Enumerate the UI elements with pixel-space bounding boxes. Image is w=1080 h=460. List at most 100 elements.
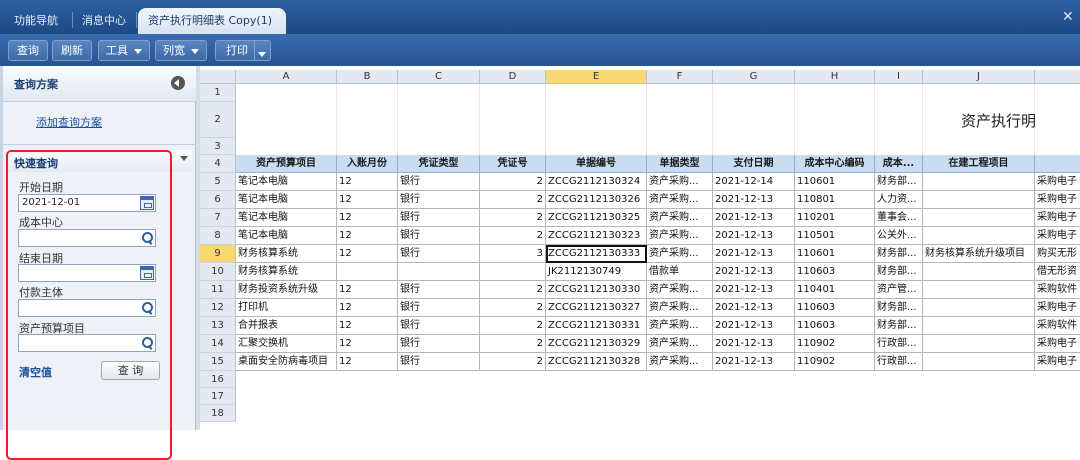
table-cell[interactable]: 笔记本电脑: [236, 173, 337, 191]
table-cell[interactable]: 采购电子: [1035, 227, 1080, 245]
table-cell[interactable]: 银行: [398, 209, 480, 227]
tools-button[interactable]: 工具: [98, 40, 150, 61]
table-cell[interactable]: 2021-12-13: [713, 209, 795, 227]
collapse-left-icon[interactable]: [171, 76, 185, 90]
row-header[interactable]: 17: [200, 388, 236, 405]
table-cell[interactable]: 资产管...: [875, 281, 923, 299]
table-cell[interactable]: [923, 281, 1035, 299]
table-cell[interactable]: 财务核算系统升级项目: [923, 245, 1035, 263]
table-cell[interactable]: 2021-12-13: [713, 281, 795, 299]
table-cell[interactable]: 采购电子: [1035, 209, 1080, 227]
table-cell[interactable]: 资产采购...: [647, 173, 713, 191]
column-header[interactable]: B: [337, 70, 398, 84]
row-header[interactable]: 11: [200, 281, 236, 299]
table-cell[interactable]: 110601: [795, 245, 875, 263]
table-cell[interactable]: 财务部...: [875, 317, 923, 335]
table-cell[interactable]: 2021-12-13: [713, 299, 795, 317]
row-header[interactable]: 2: [200, 102, 236, 138]
table-cell[interactable]: [398, 263, 480, 281]
table-cell[interactable]: 2021-12-13: [713, 317, 795, 335]
table-cell[interactable]: 笔记本电脑: [236, 209, 337, 227]
table-cell[interactable]: 12: [337, 335, 398, 353]
table-cell[interactable]: 银行: [398, 299, 480, 317]
table-cell[interactable]: 资产采购...: [647, 245, 713, 263]
table-cell[interactable]: 2021-12-13: [713, 263, 795, 281]
row-header[interactable]: 13: [200, 317, 236, 335]
table-cell[interactable]: ZCCG2112130325: [546, 209, 647, 227]
table-cell[interactable]: 银行: [398, 173, 480, 191]
table-cell[interactable]: 汇聚交换机: [236, 335, 337, 353]
row-header[interactable]: 8: [200, 227, 236, 245]
table-cell[interactable]: 采购电子: [1035, 353, 1080, 371]
table-cell[interactable]: 110603: [795, 317, 875, 335]
row-header[interactable]: 7: [200, 209, 236, 227]
column-width-button[interactable]: 列宽: [155, 40, 207, 61]
table-cell[interactable]: ZCCG2112130326: [546, 191, 647, 209]
column-header[interactable]: E: [546, 70, 647, 84]
table-cell[interactable]: 财务部...: [875, 173, 923, 191]
table-cell[interactable]: 2: [480, 281, 546, 299]
table-cell[interactable]: 银行: [398, 317, 480, 335]
table-cell[interactable]: 110603: [795, 263, 875, 281]
table-cell[interactable]: 采购电子: [1035, 335, 1080, 353]
table-cell[interactable]: [923, 209, 1035, 227]
table-cell[interactable]: [923, 335, 1035, 353]
table-cell[interactable]: [923, 317, 1035, 335]
table-cell[interactable]: 借款单: [647, 263, 713, 281]
table-cell[interactable]: [923, 299, 1035, 317]
table-cell[interactable]: ZCCG2112130331: [546, 317, 647, 335]
table-cell[interactable]: 110601: [795, 173, 875, 191]
column-header[interactable]: [1035, 70, 1080, 84]
table-cell[interactable]: 2: [480, 227, 546, 245]
table-cell[interactable]: ZCCG2112130323: [546, 227, 647, 245]
table-cell[interactable]: 财务核算系统: [236, 245, 337, 263]
row-header[interactable]: 16: [200, 371, 236, 388]
table-cell[interactable]: [480, 263, 546, 281]
table-cell[interactable]: 合并报表: [236, 317, 337, 335]
tab-asset-detail-report[interactable]: 资产执行明细表 Copy(1): [138, 8, 286, 34]
print-dropdown[interactable]: [254, 41, 270, 60]
table-cell[interactable]: [923, 227, 1035, 245]
table-cell[interactable]: 笔记本电脑: [236, 227, 337, 245]
select-all-corner[interactable]: [200, 70, 236, 84]
table-cell[interactable]: 资产采购...: [647, 191, 713, 209]
table-cell[interactable]: 采购软件: [1035, 317, 1080, 335]
table-cell[interactable]: 110603: [795, 299, 875, 317]
table-cell[interactable]: 资产采购...: [647, 227, 713, 245]
row-header[interactable]: 10: [200, 263, 236, 281]
table-cell[interactable]: 12: [337, 209, 398, 227]
table-cell[interactable]: 笔记本电脑: [236, 191, 337, 209]
print-button[interactable]: 打印: [215, 40, 271, 61]
table-cell[interactable]: [923, 173, 1035, 191]
table-cell[interactable]: 12: [337, 227, 398, 245]
table-cell[interactable]: ZCCG2112130327: [546, 299, 647, 317]
column-header[interactable]: C: [398, 70, 480, 84]
table-cell[interactable]: ZCCG2112130324: [546, 173, 647, 191]
row-header[interactable]: 9: [200, 245, 236, 263]
table-cell[interactable]: 2: [480, 191, 546, 209]
query-button[interactable]: 查询: [8, 40, 48, 61]
table-cell[interactable]: JK2112130749: [546, 263, 647, 281]
table-cell[interactable]: 财务核算系统: [236, 263, 337, 281]
table-cell[interactable]: 12: [337, 317, 398, 335]
table-cell[interactable]: 2: [480, 317, 546, 335]
table-cell[interactable]: 2021-12-13: [713, 353, 795, 371]
table-cell[interactable]: 2021-12-14: [713, 173, 795, 191]
table-cell[interactable]: 12: [337, 353, 398, 371]
table-cell[interactable]: 资产采购...: [647, 299, 713, 317]
table-cell[interactable]: 银行: [398, 191, 480, 209]
table-cell[interactable]: 2: [480, 335, 546, 353]
table-cell[interactable]: 财务部...: [875, 263, 923, 281]
table-cell[interactable]: 财务部...: [875, 245, 923, 263]
table-cell[interactable]: 110801: [795, 191, 875, 209]
table-cell[interactable]: 12: [337, 245, 398, 263]
table-cell[interactable]: 采购软件: [1035, 281, 1080, 299]
column-header[interactable]: J: [923, 70, 1035, 84]
table-cell[interactable]: 2: [480, 173, 546, 191]
table-cell[interactable]: 财务投资系统升级: [236, 281, 337, 299]
table-cell[interactable]: 110902: [795, 353, 875, 371]
table-cell[interactable]: 2: [480, 299, 546, 317]
tab-function-nav[interactable]: 功能导航: [4, 8, 68, 34]
table-cell[interactable]: 110501: [795, 227, 875, 245]
row-header[interactable]: 4: [200, 155, 236, 173]
